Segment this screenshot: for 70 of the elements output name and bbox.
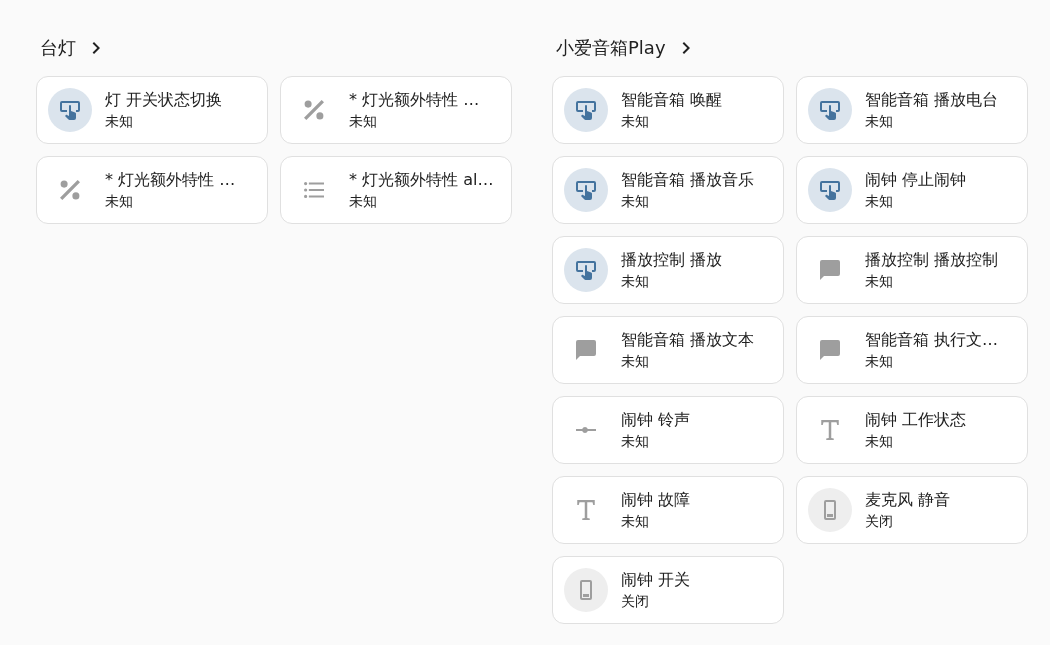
entity-name: 智能音箱 执行文… bbox=[865, 329, 999, 351]
hand-tap-icon bbox=[564, 248, 608, 292]
entity-card[interactable]: 闹钟 开关 关闭 bbox=[552, 556, 784, 624]
list-icon bbox=[304, 180, 324, 200]
entity-card[interactable]: * 灯光额外特性 … 未知 bbox=[280, 76, 512, 144]
entity-card[interactable]: 智能音箱 播放音乐 未知 bbox=[552, 156, 784, 224]
chat-bubble-icon bbox=[820, 340, 840, 360]
entity-name: 播放控制 播放 bbox=[621, 249, 723, 271]
entity-name: 灯 开关状态切换 bbox=[105, 89, 223, 111]
entity-state: 未知 bbox=[621, 512, 650, 531]
letter-t-icon bbox=[576, 500, 596, 520]
entity-name: 播放控制 播放控制 bbox=[865, 249, 999, 271]
entity-name: * 灯光额外特性 … bbox=[105, 169, 236, 191]
entity-card[interactable]: 智能音箱 播放文本 未知 bbox=[552, 316, 784, 384]
entity-name: 麦克风 静音 bbox=[865, 489, 951, 511]
entity-card[interactable]: 播放控制 播放控制 未知 bbox=[796, 236, 1028, 304]
entity-name: 智能音箱 播放文本 bbox=[621, 329, 755, 351]
entity-state: 关闭 bbox=[621, 592, 650, 611]
entity-name: 闹钟 铃声 bbox=[621, 409, 691, 431]
hand-tap-icon bbox=[808, 168, 852, 212]
entity-name: 闹钟 开关 bbox=[621, 569, 691, 591]
entity-name: 智能音箱 播放电台 bbox=[865, 89, 999, 111]
hand-tap-icon bbox=[48, 88, 92, 132]
entity-card[interactable]: 智能音箱 播放电台 未知 bbox=[796, 76, 1028, 144]
entity-state: 未知 bbox=[621, 112, 650, 131]
entity-name: * 灯光额外特性 al… bbox=[349, 169, 494, 191]
chat-bubble-icon bbox=[820, 260, 840, 280]
entity-name: * 灯光额外特性 … bbox=[349, 89, 480, 111]
entity-card[interactable]: * 灯光额外特性 al… 未知 bbox=[280, 156, 512, 224]
group-header-link[interactable]: 台灯 bbox=[36, 34, 100, 62]
entity-name: 智能音箱 播放音乐 bbox=[621, 169, 755, 191]
entity-card[interactable]: 闹钟 停止闹钟 未知 bbox=[796, 156, 1028, 224]
entity-state: 未知 bbox=[865, 352, 894, 371]
entity-name: 闹钟 故障 bbox=[621, 489, 691, 511]
entity-card[interactable]: 智能音箱 唤醒 未知 bbox=[552, 76, 784, 144]
entity-card[interactable]: 闹钟 铃声 未知 bbox=[552, 396, 784, 464]
entity-card[interactable]: 闹钟 故障 未知 bbox=[552, 476, 784, 544]
hand-tap-icon bbox=[808, 88, 852, 132]
chevron-icon bbox=[681, 42, 690, 54]
hand-tap-icon bbox=[564, 168, 608, 212]
entity-state: 关闭 bbox=[865, 512, 894, 531]
entity-state: 未知 bbox=[865, 192, 894, 211]
percent-icon bbox=[60, 180, 80, 200]
entity-state: 未知 bbox=[621, 192, 650, 211]
chevron-icon bbox=[92, 42, 100, 54]
entity-state: 未知 bbox=[621, 352, 650, 371]
entity-card[interactable]: 智能音箱 执行文… 未知 bbox=[796, 316, 1028, 384]
entity-card[interactable]: 麦克风 静音 关闭 bbox=[796, 476, 1028, 544]
entity-state: 未知 bbox=[621, 272, 650, 291]
entity-card[interactable]: 闹钟 工作状态 未知 bbox=[796, 396, 1028, 464]
slider-icon bbox=[576, 427, 596, 433]
entity-state: 未知 bbox=[105, 192, 134, 211]
entity-card[interactable]: 灯 开关状态切换 未知 bbox=[36, 76, 268, 144]
entity-name: 智能音箱 唤醒 bbox=[621, 89, 723, 111]
entity-card[interactable]: * 灯光额外特性 … 未知 bbox=[36, 156, 268, 224]
entity-state: 未知 bbox=[865, 432, 894, 451]
hand-tap-icon bbox=[564, 88, 608, 132]
entity-state: 未知 bbox=[349, 112, 378, 131]
entity-card[interactable]: 播放控制 播放 未知 bbox=[552, 236, 784, 304]
entity-state: 未知 bbox=[621, 432, 650, 451]
percent-icon bbox=[304, 100, 324, 120]
group-header-link[interactable]: 小爱音箱Play bbox=[552, 34, 690, 62]
letter-t-icon bbox=[820, 420, 840, 440]
entity-name: 闹钟 停止闹钟 bbox=[865, 169, 967, 191]
entity-name: 闹钟 工作状态 bbox=[865, 409, 967, 431]
entity-state: 未知 bbox=[349, 192, 378, 211]
entity-state: 未知 bbox=[865, 272, 894, 291]
entity-state: 未知 bbox=[865, 112, 894, 131]
entity-state: 未知 bbox=[105, 112, 134, 131]
chat-bubble-icon bbox=[576, 340, 596, 360]
